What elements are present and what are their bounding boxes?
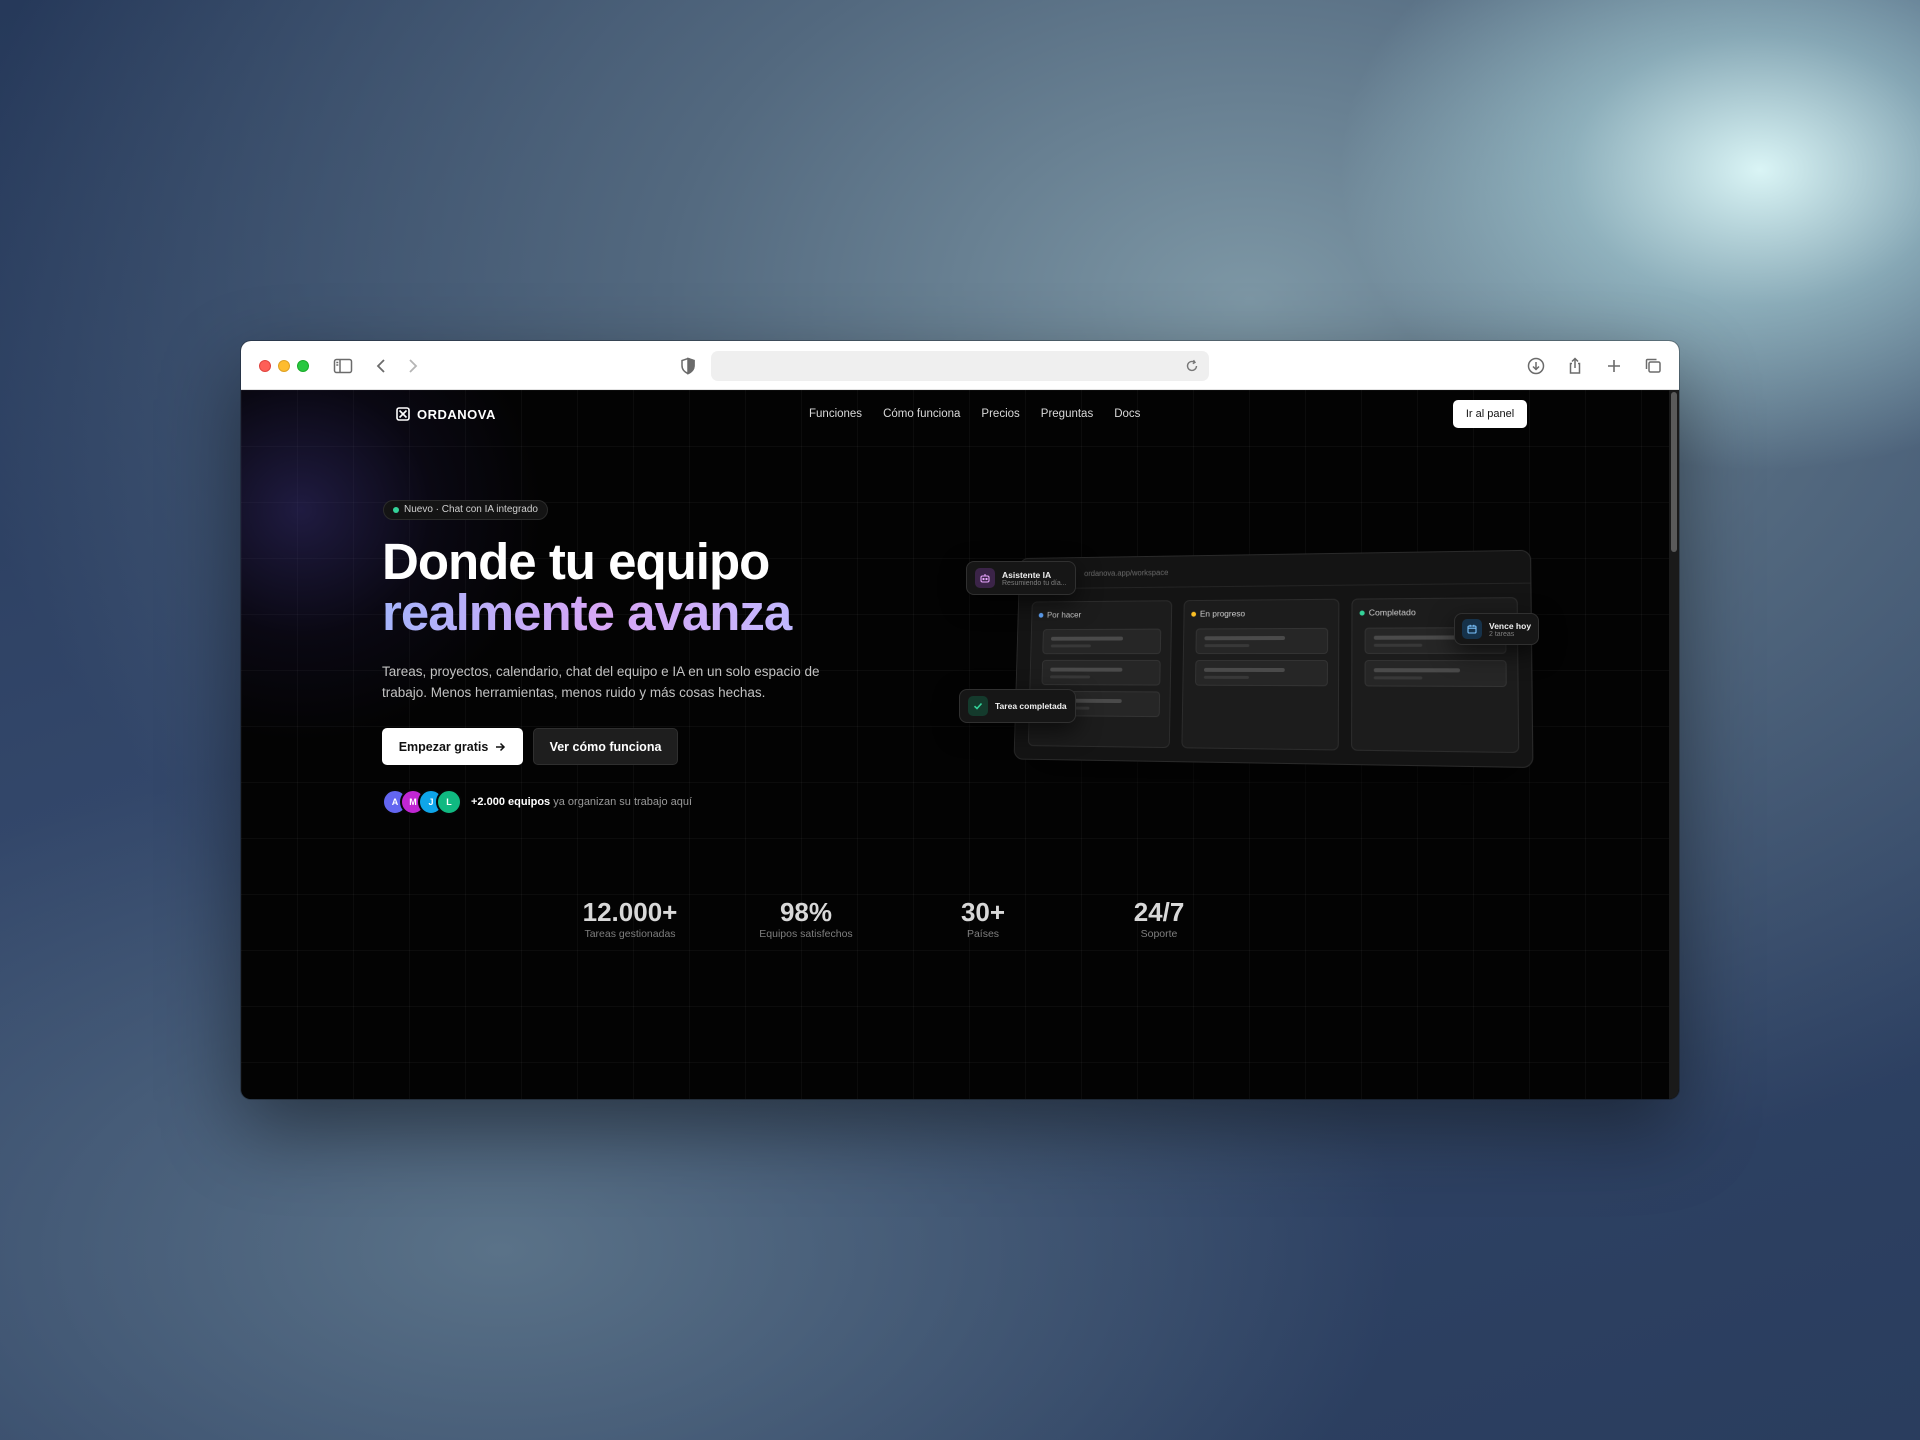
nav-link-como-funciona[interactable]: Cómo funciona bbox=[883, 408, 960, 420]
stat-label: Soporte bbox=[1140, 928, 1178, 940]
social-proof-text: +2.000 equipos ya organizan su trabajo a… bbox=[471, 796, 692, 808]
stat-label: Países bbox=[966, 928, 1000, 940]
due-today-title: Vence hoy bbox=[1489, 620, 1532, 631]
page-scrollbar[interactable] bbox=[1669, 390, 1679, 1099]
start-free-button[interactable]: Empezar gratis bbox=[382, 728, 523, 765]
ai-assistant-status: Resumiendo tu día... bbox=[1002, 579, 1067, 587]
browser-toolbar bbox=[241, 341, 1679, 390]
avatar: L bbox=[436, 789, 462, 815]
close-window-button[interactable] bbox=[259, 360, 271, 372]
check-icon bbox=[968, 696, 988, 716]
minimize-window-button[interactable] bbox=[278, 360, 290, 372]
calendar-icon bbox=[1462, 619, 1482, 639]
hero-title-line1: Donde tu equipo bbox=[382, 533, 770, 590]
hero-title: Donde tu equipo realmente avanza bbox=[382, 536, 942, 638]
forward-arrow-icon[interactable] bbox=[401, 355, 423, 377]
download-icon[interactable] bbox=[1525, 355, 1547, 377]
social-proof-count: +2.000 equipos bbox=[471, 796, 551, 808]
stat-value: 12.000+ bbox=[582, 897, 678, 927]
kanban-column-in-progress: En progreso bbox=[1181, 598, 1340, 751]
column-title: En progreso bbox=[1199, 608, 1246, 619]
nav-link-precios[interactable]: Precios bbox=[981, 408, 1019, 420]
start-free-label: Empezar gratis bbox=[398, 739, 489, 754]
due-today-count: 2 tareas bbox=[1489, 630, 1515, 638]
go-to-panel-button[interactable]: Ir al panel bbox=[1453, 400, 1527, 428]
page-viewport: ORDANOVA Funciones Cómo funciona Precios… bbox=[241, 390, 1679, 1099]
stat-tasks: 12.000+ Tareas gestionadas bbox=[555, 897, 705, 940]
hero-title-line2: realmente avanza bbox=[382, 587, 942, 638]
new-tab-icon[interactable] bbox=[1603, 355, 1625, 377]
nav-link-preguntas[interactable]: Preguntas bbox=[1041, 408, 1093, 420]
logo-icon bbox=[396, 407, 410, 421]
app-preview-mockup: ordanova.app/workspace Por hacer En prog… bbox=[1013, 549, 1534, 769]
social-proof-rest: ya organizan su trabajo aquí bbox=[550, 796, 693, 808]
share-icon[interactable] bbox=[1564, 355, 1586, 377]
stat-countries: 30+ Países bbox=[908, 897, 1058, 940]
kanban-card bbox=[1041, 659, 1161, 686]
mockup-url: ordanova.app/workspace bbox=[1084, 568, 1169, 579]
main-nav: Funciones Cómo funciona Precios Pregunta… bbox=[809, 408, 1140, 420]
ai-assistant-popover: Asistente IA Resumiendo tu día... bbox=[966, 561, 1076, 595]
stat-label: Tareas gestionadas bbox=[584, 928, 676, 940]
due-today-popover: Vence hoy 2 tareas bbox=[1454, 613, 1540, 645]
stat-value: 30+ bbox=[960, 897, 1006, 927]
ai-assistant-title: Asistente IA bbox=[1002, 569, 1052, 580]
zoom-window-button[interactable] bbox=[297, 360, 309, 372]
avatar-stack: A M J L bbox=[382, 789, 472, 815]
column-title: Por hacer bbox=[1046, 609, 1082, 620]
tab-overview-icon[interactable] bbox=[1642, 355, 1664, 377]
privacy-shield-icon[interactable] bbox=[677, 355, 699, 377]
announcement-badge[interactable]: Nuevo · Chat con IA integrado bbox=[383, 500, 548, 520]
arrow-right-icon bbox=[496, 742, 506, 751]
task-completed-text: Tarea completada bbox=[995, 701, 1067, 711]
reload-icon[interactable] bbox=[1183, 357, 1201, 375]
brand-logo[interactable]: ORDANOVA bbox=[395, 405, 496, 423]
sidebar-toggle-icon[interactable] bbox=[332, 355, 354, 377]
stat-value: 98% bbox=[779, 897, 833, 927]
stat-label: Equipos satisfechos bbox=[759, 928, 853, 940]
stat-value: 24/7 bbox=[1133, 897, 1185, 927]
stat-support: 24/7 Soporte bbox=[1084, 897, 1234, 940]
address-bar[interactable] bbox=[711, 351, 1209, 381]
kanban-card bbox=[1195, 627, 1329, 655]
task-completed-toast: Tarea completada bbox=[959, 689, 1076, 723]
kanban-card bbox=[1042, 628, 1162, 655]
nav-link-docs[interactable]: Docs bbox=[1114, 408, 1140, 420]
logo-text: ORDANOVA bbox=[417, 406, 496, 422]
column-title: Completado bbox=[1368, 607, 1416, 618]
stat-satisfaction: 98% Equipos satisfechos bbox=[731, 897, 881, 940]
see-how-it-works-button[interactable]: Ver cómo funciona bbox=[533, 728, 678, 765]
browser-window: ORDANOVA Funciones Cómo funciona Precios… bbox=[241, 341, 1679, 1099]
hero-subtitle: Tareas, proyectos, calendario, chat del … bbox=[382, 664, 820, 700]
kanban-card bbox=[1195, 659, 1329, 687]
kanban-card bbox=[1364, 660, 1507, 688]
scrollbar-thumb[interactable] bbox=[1671, 392, 1677, 552]
kanban-column-todo: Por hacer bbox=[1027, 600, 1173, 749]
nav-link-funciones[interactable]: Funciones bbox=[809, 408, 862, 420]
back-arrow-icon[interactable] bbox=[371, 355, 393, 377]
robot-icon bbox=[975, 568, 995, 588]
